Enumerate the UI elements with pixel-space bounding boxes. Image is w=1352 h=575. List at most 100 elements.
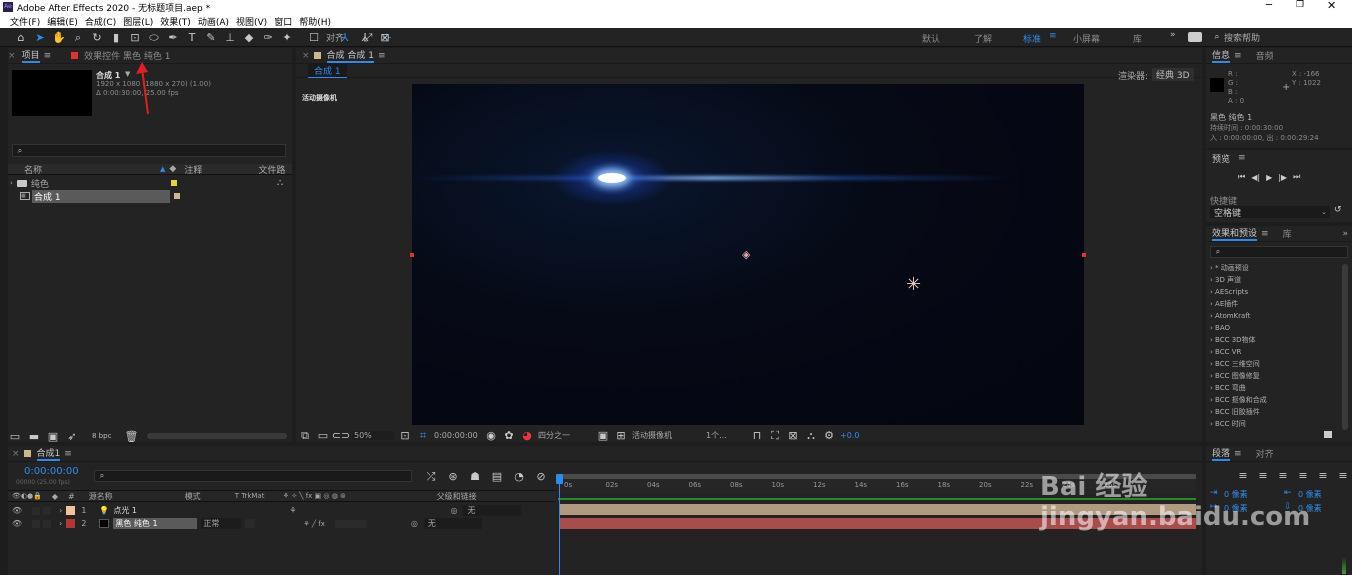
indent-first-value[interactable]: 0 像素: [1224, 503, 1248, 514]
switches-row-icon[interactable]: ⚘ ╱ fx: [303, 520, 325, 528]
roto-brush-tool-icon[interactable]: ✑: [261, 30, 275, 44]
current-time[interactable]: 0:00:00:00: [434, 431, 480, 440]
exposure-value[interactable]: +0.0: [840, 431, 859, 440]
home-icon[interactable]: ⌂: [14, 30, 28, 44]
menu-view[interactable]: 视图(V): [236, 15, 267, 28]
first-frame-icon[interactable]: ⏮: [1238, 172, 1245, 182]
new-comp-icon[interactable]: ▣: [46, 429, 60, 443]
graph-editor-icon[interactable]: ⊘: [534, 469, 548, 483]
local-axis-icon[interactable]: ⅄: [338, 30, 352, 44]
workspace-library[interactable]: 库: [1133, 32, 1142, 45]
project-item-folder[interactable]: › 纯色 ⛬: [8, 177, 292, 190]
new-preset-icon[interactable]: [1324, 431, 1332, 438]
toggle-3d-icon[interactable]: ⊓: [750, 428, 764, 442]
indent-left-value[interactable]: 0 像素: [1224, 489, 1248, 500]
workspace-standard[interactable]: 标准: [1023, 32, 1041, 45]
effect-category[interactable]: › AE插件: [1206, 298, 1340, 310]
layer-label-color[interactable]: [66, 506, 76, 515]
effect-category[interactable]: › * 动画预设: [1206, 262, 1340, 274]
view-axis-icon[interactable]: ⊠: [378, 30, 392, 44]
effects-search[interactable]: ⌕: [1210, 246, 1348, 258]
prev-frame-icon[interactable]: ◀|: [1251, 173, 1260, 182]
help-search[interactable]: ⌕ 搜索帮助: [1210, 31, 1348, 44]
motion-blur-icon[interactable]: ◔: [512, 469, 526, 483]
tab-composition[interactable]: 合成 合成 1: [326, 48, 374, 63]
tab-paragraph-menu-icon[interactable]: ≡: [1234, 449, 1242, 459]
tab-preview-menu-icon[interactable]: ≡: [1238, 153, 1246, 163]
project-scrollbar[interactable]: [147, 433, 288, 439]
effects-scrollbar[interactable]: [1342, 264, 1348, 430]
light-position-icon[interactable]: ✳: [906, 274, 921, 295]
tab-info[interactable]: 信息: [1212, 48, 1231, 63]
time-ruler[interactable]: 0s 02s 04s 06s 08s 10s 12s 14s 16s 18s 20s 22s 24s 26…: [558, 474, 1196, 494]
expand-icon[interactable]: ›: [59, 519, 62, 528]
space-after-icon[interactable]: ⇩: [1284, 502, 1292, 512]
timeline-icon[interactable]: ⊠: [786, 428, 800, 442]
lock-box[interactable]: [43, 519, 52, 528]
indent-right-value[interactable]: 0 像素: [1298, 489, 1322, 500]
col-parent-link[interactable]: 父级和链接: [437, 491, 477, 502]
comp-viewer[interactable]: ◈ ✳: [412, 84, 1084, 425]
camera-view-dropdown[interactable]: 活动摄像机: [632, 430, 702, 441]
tab-project-menu-icon[interactable]: ≡: [44, 51, 52, 61]
playhead-handle[interactable]: [556, 474, 563, 484]
maximize-icon[interactable]: ❐: [1296, 0, 1304, 10]
tab-timeline-menu-icon[interactable]: ≡: [64, 449, 72, 459]
mode-dropdown[interactable]: 正常: [201, 518, 242, 529]
timeline-timecode[interactable]: 0:00:00:00: [24, 466, 79, 477]
space-after-value[interactable]: 0 像素: [1298, 503, 1322, 514]
effect-category[interactable]: › BCC 旧胶插件: [1206, 406, 1340, 418]
resolution-dropdown[interactable]: 四分之一: [538, 430, 592, 441]
tab-preview[interactable]: 预览: [1212, 152, 1230, 165]
justify-left-icon[interactable]: ≡: [1296, 468, 1310, 482]
label-tag-icon[interactable]: ◆: [169, 164, 176, 174]
playhead-line[interactable]: [559, 474, 560, 575]
workspace-small-screen[interactable]: 小屏幕: [1073, 32, 1100, 45]
world-axis-icon[interactable]: ⅄: [358, 30, 372, 44]
effect-category[interactable]: › 3D 声道: [1206, 274, 1340, 286]
tab-composition-menu-icon[interactable]: ≡: [378, 51, 386, 61]
expand-icon[interactable]: ›: [59, 506, 62, 515]
brush-tool-icon[interactable]: ✎: [204, 30, 218, 44]
effect-category[interactable]: › BCC VR: [1206, 346, 1340, 358]
layer-name[interactable]: 点光 1: [113, 505, 203, 516]
anchor-point-icon[interactable]: ◈: [742, 248, 750, 261]
new-folder-icon[interactable]: ▬: [27, 429, 41, 443]
interpret-footage-icon[interactable]: ▭: [8, 429, 22, 443]
tab-timeline[interactable]: 合成1: [36, 446, 61, 461]
grid-icon[interactable]: ⌗: [416, 428, 430, 442]
close-tab-icon[interactable]: ×: [8, 51, 16, 61]
justify-right-icon[interactable]: ≡: [1336, 468, 1350, 482]
exposure-icon[interactable]: ⚙: [822, 428, 836, 442]
workspace-learn[interactable]: 了解: [974, 32, 992, 45]
camera-tool-icon[interactable]: ▮: [109, 30, 123, 44]
tab-align[interactable]: 对齐: [1256, 447, 1274, 460]
tab-paragraph[interactable]: 段落: [1212, 446, 1231, 461]
renderer-value[interactable]: 经典 3D: [1152, 68, 1194, 81]
lock-box[interactable]: [43, 506, 52, 515]
effect-category[interactable]: › BCC 图像修复: [1206, 370, 1340, 382]
expand-icon[interactable]: ›: [10, 179, 13, 187]
workspace-default[interactable]: 默认: [922, 32, 940, 45]
solo-box[interactable]: [32, 506, 41, 515]
layer-bar-1[interactable]: [560, 504, 1196, 515]
pen-tool-icon[interactable]: ✒: [166, 30, 180, 44]
effect-category[interactable]: › BAO: [1206, 322, 1340, 334]
col-header-filepath[interactable]: 文件路: [258, 163, 285, 176]
label-icon[interactable]: ◆: [52, 492, 58, 501]
channel-icon[interactable]: ◕: [520, 428, 534, 442]
menu-composition[interactable]: 合成(C): [85, 15, 116, 28]
effect-category[interactable]: › AEScripts: [1206, 286, 1340, 298]
vr-icon[interactable]: ⊂⊃: [332, 428, 350, 442]
comp-dropdown-icon[interactable]: ▼: [125, 70, 130, 78]
col-header-name[interactable]: 名称: [24, 163, 160, 176]
visibility-icon[interactable]: 👁: [12, 519, 22, 528]
selection-tool-icon[interactable]: ➤: [33, 30, 47, 44]
views-dropdown[interactable]: 1个...: [706, 430, 746, 441]
col-header-comment[interactable]: 注释: [184, 163, 244, 176]
effect-category[interactable]: › BCC 弯曲: [1206, 382, 1340, 394]
draft-3d-icon[interactable]: ⊛: [446, 469, 460, 483]
minimize-icon[interactable]: ─: [1266, 0, 1272, 11]
layer-handle-right[interactable]: [1082, 253, 1086, 257]
tab-libraries[interactable]: 库: [1283, 227, 1292, 240]
